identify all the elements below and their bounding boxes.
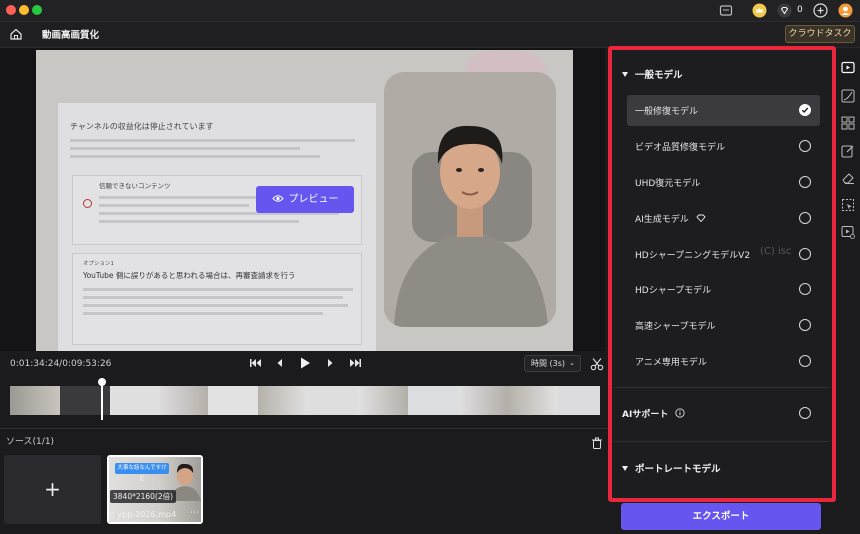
doc-option: オプション1 xyxy=(83,261,114,267)
presenter-illustration xyxy=(384,72,556,327)
scissors-icon[interactable] xyxy=(590,356,604,371)
doc-line xyxy=(99,204,249,207)
cloud-task-button[interactable]: クラウドタスク xyxy=(785,25,855,43)
doc-appeal: YouTube 側に誤りがあると思われる場合は、再審査請求を行う xyxy=(83,271,296,280)
tool-strip xyxy=(836,48,860,534)
timeline-strip[interactable] xyxy=(10,386,600,415)
close-window-button[interactable] xyxy=(6,5,16,15)
eraser-icon[interactable] xyxy=(841,170,855,184)
page-title: 動画高画質化 xyxy=(42,30,100,41)
preview-button-label: プレビュー xyxy=(288,194,339,205)
film-icon: ▯ xyxy=(110,510,115,519)
doc-line xyxy=(70,155,320,158)
timecode: 0:01:34:24/0:09:53:26 xyxy=(10,359,112,369)
timeline-thumbnail xyxy=(258,386,308,415)
curve-adjust-icon[interactable] xyxy=(841,88,855,103)
timeline-thumbnail xyxy=(308,386,358,415)
preview-button[interactable]: プレビュー xyxy=(256,186,354,213)
account-avatar-icon[interactable] xyxy=(838,3,853,18)
timeline-thumbnail xyxy=(508,386,558,415)
add-source-button[interactable]: + xyxy=(4,455,101,524)
doc-line xyxy=(70,147,300,150)
doc-heading: チャンネルの収益化は停止されています xyxy=(70,122,214,131)
previous-frame-icon[interactable] xyxy=(276,358,284,371)
duration-select[interactable]: 時間 (3s) ⌄ xyxy=(524,355,581,372)
diamond-credits-icon[interactable] xyxy=(777,3,792,18)
next-frame-icon[interactable] xyxy=(326,358,334,371)
clip-filename: ypp-2026.mp4 xyxy=(117,510,177,519)
title-bar: 0 xyxy=(0,0,860,22)
playhead[interactable] xyxy=(101,380,103,420)
select-region-icon[interactable] xyxy=(841,197,855,211)
presenter-video xyxy=(384,72,556,327)
uhd-enhance-icon[interactable] xyxy=(841,60,855,74)
trash-icon[interactable] xyxy=(591,434,603,449)
home-icon[interactable] xyxy=(8,26,24,42)
doc-unreliable: 信頼できないコンテンツ xyxy=(99,182,171,190)
timeline-thumbnail xyxy=(458,386,508,415)
app-window: 0 動画高画質化 クラウドタスク チャンネルの収益化は停止されています 信頼でき… xyxy=(0,0,860,534)
highlight-annotation xyxy=(608,46,836,502)
clip-resolution: 3840*2160(2倍) xyxy=(110,490,177,503)
minimize-window-button[interactable] xyxy=(19,5,29,15)
export-button[interactable]: エクスポート xyxy=(621,503,821,530)
source-label: ソース(1/1) xyxy=(6,437,55,447)
doc-line xyxy=(83,312,323,315)
timeline-thumbnail xyxy=(10,386,60,415)
doc-line xyxy=(83,288,353,291)
play-icon[interactable] xyxy=(300,357,311,372)
doc-line xyxy=(99,196,269,199)
document-screen: チャンネルの収益化は停止されています 信頼できないコンテンツ オプション1 Yo… xyxy=(58,103,376,351)
add-credits-icon[interactable] xyxy=(813,3,828,18)
more-options-icon[interactable]: ⋯ xyxy=(190,508,199,518)
zoom-window-button[interactable] xyxy=(32,5,42,15)
timeline-thumbnail xyxy=(160,386,208,415)
timeline-thumbnail xyxy=(208,386,258,415)
eye-icon xyxy=(271,195,284,202)
divider xyxy=(0,428,610,429)
skip-to-end-icon[interactable] xyxy=(349,358,361,371)
duration-select-value: 時間 (3s) xyxy=(531,359,566,368)
clip-caption: 大事な話なんですけど xyxy=(115,463,169,482)
doc-line xyxy=(70,139,355,142)
skip-to-start-icon[interactable] xyxy=(250,358,262,371)
doc-card: オプション1 YouTube 側に誤りがあると思われる場合は、再審査請求を行う xyxy=(72,253,362,345)
doc-line xyxy=(99,220,299,223)
playhead-handle[interactable] xyxy=(98,378,106,386)
timeline-thumbnail xyxy=(558,386,600,415)
doc-line xyxy=(83,296,343,299)
grid-tools-icon[interactable] xyxy=(841,115,855,130)
timeline-thumbnail xyxy=(358,386,408,415)
doc-line xyxy=(83,304,348,307)
edit-icon[interactable] xyxy=(841,143,855,158)
feedback-icon[interactable] xyxy=(719,3,734,18)
video-add-icon[interactable] xyxy=(841,224,855,239)
premium-crown-icon[interactable] xyxy=(752,3,767,18)
chevron-down-icon: ⌄ xyxy=(569,359,575,367)
top-nav: 動画高画質化 クラウドタスク xyxy=(0,22,860,48)
clip-name: ▯ ypp-2026.mp4 xyxy=(110,510,176,519)
timeline-thumbnail xyxy=(110,386,160,415)
warning-icon xyxy=(83,199,92,208)
timeline-thumbnail xyxy=(408,386,458,415)
credits-count: 0 xyxy=(797,5,803,15)
